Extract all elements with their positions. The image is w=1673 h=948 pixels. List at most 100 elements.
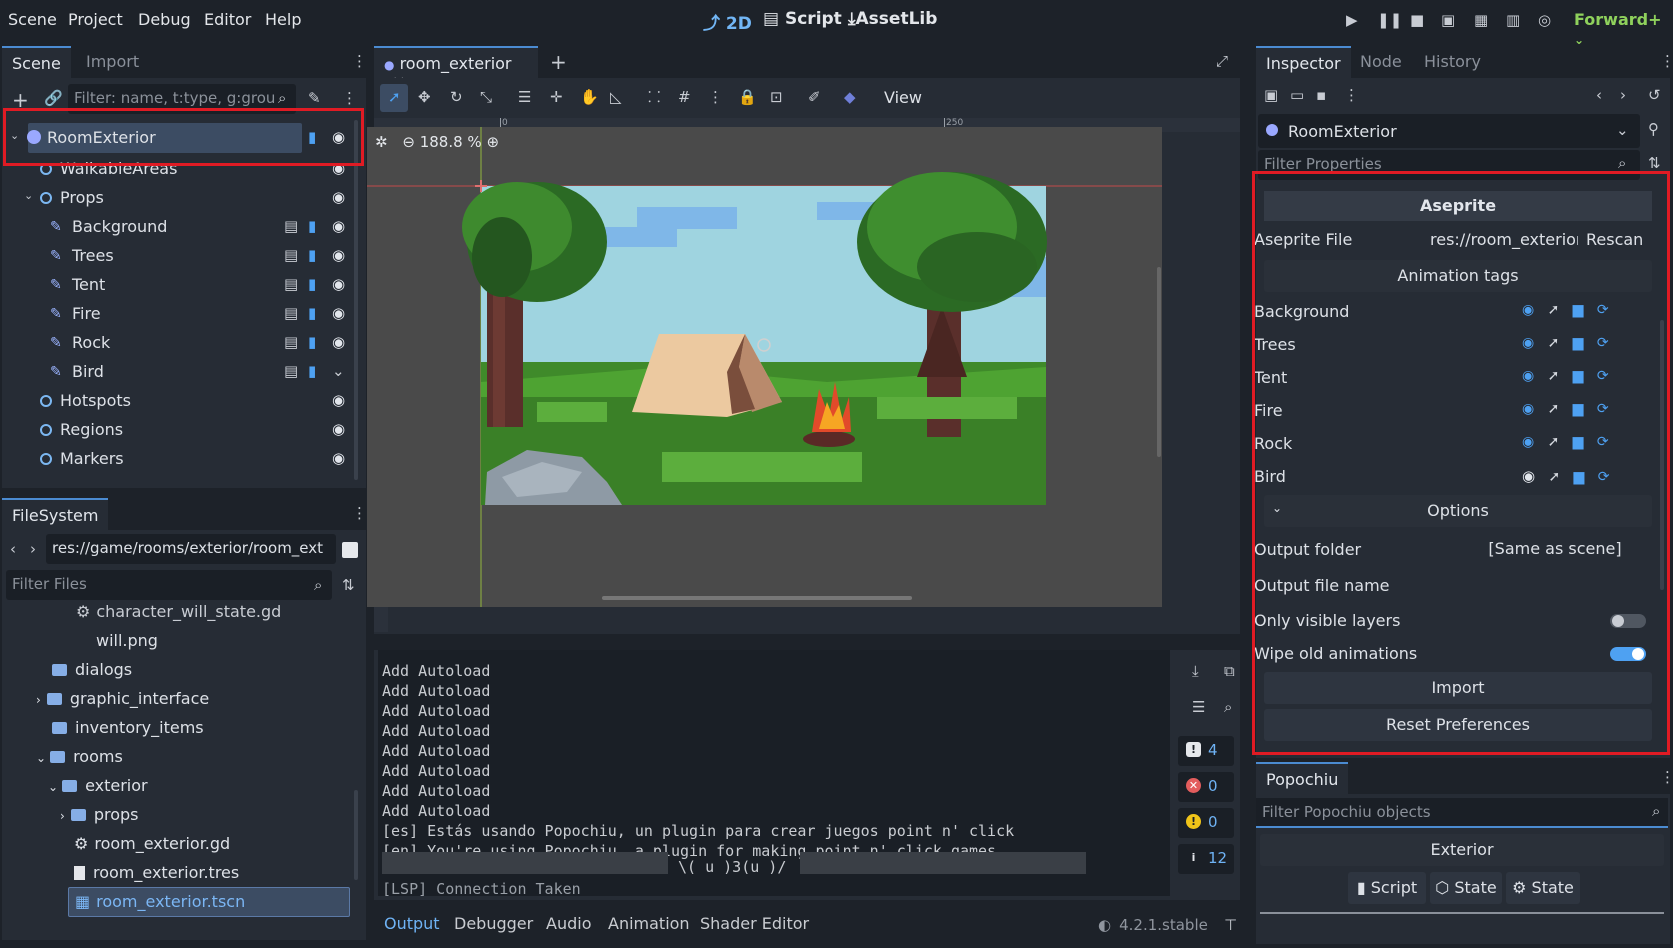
- menu-editor[interactable]: Editor: [204, 10, 251, 29]
- pan-icon[interactable]: ✋: [580, 90, 599, 105]
- dock-menu-icon[interactable]: ⋮: [352, 506, 367, 521]
- play-scene-icon[interactable]: ▦: [1474, 11, 1488, 29]
- chevron-down-icon[interactable]: ⌄: [48, 780, 58, 794]
- tree-node-fire[interactable]: ✎ Fire ▤ ▮ ◉: [2, 300, 362, 328]
- object-selector[interactable]: RoomExterior ⌄: [1258, 114, 1640, 148]
- tree-node-regions[interactable]: Regions ◉: [2, 416, 362, 444]
- lock-icon[interactable]: 🔒: [738, 90, 757, 105]
- visibility-eye-icon[interactable]: ◉: [332, 219, 345, 234]
- chevron-left-icon[interactable]: ‹: [1596, 88, 1602, 103]
- more-icon[interactable]: ⋮: [342, 91, 357, 106]
- state-script-button[interactable]: ⚙ State: [1506, 872, 1580, 904]
- popochiu-filter-input[interactable]: Filter Popochiu objects: [1256, 798, 1668, 828]
- visibility-eye-icon[interactable]: ◉: [332, 306, 345, 321]
- sort-icon[interactable]: ⇅: [342, 578, 355, 593]
- messages-counter[interactable]: ! 4: [1178, 736, 1234, 766]
- tree-node-tent[interactable]: ✎ Tent ▤ ▮ ◉: [2, 271, 362, 299]
- search-icon[interactable]: ⌕: [1224, 700, 1232, 715]
- visibility-eye-icon[interactable]: ◉: [332, 451, 345, 466]
- pivot-icon[interactable]: ✛: [550, 90, 563, 105]
- tab-debugger[interactable]: Debugger: [454, 914, 533, 933]
- view-menu[interactable]: View: [884, 88, 922, 107]
- center-view-icon[interactable]: ✲: [375, 133, 388, 151]
- errors-counter[interactable]: ✕ 0: [1178, 772, 1234, 802]
- renderer-select[interactable]: Forward+ ⌄: [1574, 10, 1673, 48]
- tree-node-props[interactable]: ⌄ Props ◉: [2, 184, 362, 212]
- ruler-icon[interactable]: ◺: [610, 90, 622, 105]
- file-item-selected[interactable]: ▦ room_exterior.tscn: [68, 887, 350, 917]
- grid-snap-icon[interactable]: #: [678, 90, 691, 105]
- movie-maker-icon[interactable]: ◎: [1538, 11, 1551, 29]
- polygon-icon[interactable]: ◆: [844, 90, 856, 105]
- dock-menu-icon[interactable]: ⋮: [1660, 54, 1673, 69]
- state-button[interactable]: ⬡ State: [1430, 872, 1502, 904]
- canvas-viewport[interactable]: ✲ ⊖ 188.8 % ⊕: [367, 127, 1162, 607]
- chevron-right-icon[interactable]: ›: [1620, 88, 1626, 103]
- visibility-eye-icon[interactable]: ◉: [332, 277, 345, 292]
- script-icon[interactable]: ▮: [308, 277, 316, 292]
- folder-item[interactable]: › graphic_interface: [36, 689, 209, 708]
- info-counter[interactable]: i 12: [1178, 844, 1234, 874]
- more-icon[interactable]: ⋮: [1344, 88, 1359, 103]
- new-resource-icon[interactable]: ▣: [1264, 88, 1278, 103]
- chevron-down-icon[interactable]: ⌄: [332, 364, 345, 379]
- fullscreen-icon[interactable]: ⤢: [1216, 54, 1228, 69]
- script-button[interactable]: ▮ Script: [1348, 872, 1426, 904]
- sort-icon[interactable]: ⇅: [1648, 156, 1661, 171]
- tab-filesystem[interactable]: FileSystem: [2, 498, 109, 530]
- workspace-2d-button[interactable]: ⤴ 2D: [703, 9, 752, 34]
- tab-scene[interactable]: Scene: [2, 46, 71, 78]
- menu-debug[interactable]: Debug: [138, 10, 191, 29]
- chevron-right-icon[interactable]: ›: [30, 542, 36, 557]
- visibility-eye-icon[interactable]: ◉: [332, 190, 345, 205]
- dock-menu-icon[interactable]: ⋮: [352, 54, 367, 69]
- clapperboard-icon[interactable]: ▤: [284, 364, 298, 379]
- script-icon[interactable]: ▮: [308, 219, 316, 234]
- folder-item[interactable]: inventory_items: [52, 718, 204, 737]
- script-icon[interactable]: ▮: [308, 248, 316, 263]
- file-item[interactable]: will.png: [96, 631, 158, 650]
- tab-output[interactable]: Output: [384, 914, 440, 933]
- remote-debug-icon[interactable]: ▣: [1441, 11, 1455, 29]
- bone-icon[interactable]: ✐: [808, 90, 821, 105]
- collapse-icon[interactable]: ☰: [1192, 700, 1205, 715]
- folder-item[interactable]: › props: [60, 805, 138, 824]
- dock-menu-icon[interactable]: ⋮: [1660, 770, 1673, 785]
- scrollbar[interactable]: [354, 120, 358, 480]
- tab-animation[interactable]: Animation: [608, 914, 690, 933]
- zoom-out-icon[interactable]: ⊖: [402, 133, 415, 151]
- scrollbar[interactable]: [354, 790, 358, 880]
- visibility-eye-icon[interactable]: ◉: [332, 422, 345, 437]
- tree-node-trees[interactable]: ✎ Trees ▤ ▮ ◉: [2, 242, 362, 270]
- chevron-right-icon[interactable]: ›: [36, 693, 41, 707]
- visibility-eye-icon[interactable]: ◉: [332, 393, 345, 408]
- tab-node[interactable]: Node: [1350, 46, 1412, 78]
- clapperboard-icon[interactable]: ▤: [284, 277, 298, 292]
- menu-help[interactable]: Help: [265, 10, 301, 29]
- tree-node-hotspots[interactable]: Hotspots ◉: [2, 387, 362, 415]
- attach-script-icon[interactable]: ✎: [308, 91, 321, 106]
- pin-panel-icon[interactable]: ⊤: [1224, 918, 1237, 933]
- menu-project[interactable]: Project: [68, 10, 123, 29]
- add-node-icon[interactable]: +: [12, 90, 29, 110]
- more-icon[interactable]: ⋮: [708, 90, 723, 105]
- clapperboard-icon[interactable]: ▤: [284, 219, 298, 234]
- tree-node-background[interactable]: ✎ Background ▤ ▮ ◉: [2, 213, 362, 241]
- tree-node-bird[interactable]: ✎ Bird ▤ ▮ ⌄: [2, 358, 362, 386]
- add-tab-icon[interactable]: +: [550, 52, 567, 72]
- script-icon[interactable]: ▮: [308, 364, 316, 379]
- warnings-counter[interactable]: ! 0: [1178, 808, 1234, 838]
- history-icon[interactable]: ↺: [1648, 88, 1661, 103]
- zoom-in-icon[interactable]: ⊕: [486, 133, 499, 151]
- scale-icon[interactable]: ⤡: [480, 90, 492, 105]
- path-input[interactable]: res://game/rooms/exterior/room_ext: [46, 534, 336, 564]
- tree-node-rock[interactable]: ✎ Rock ▤ ▮ ◉: [2, 329, 362, 357]
- move-icon[interactable]: ✥: [418, 90, 431, 105]
- tab-audio[interactable]: Audio: [546, 914, 591, 933]
- file-item[interactable]: room_exterior.tres: [74, 863, 239, 882]
- workspace-script-button[interactable]: ▤ Script: [763, 9, 842, 29]
- workspace-assetlib-button[interactable]: ⤓AssetLib: [848, 9, 937, 29]
- visibility-eye-icon[interactable]: ◉: [332, 248, 345, 263]
- save-icon[interactable]: ▪: [1316, 88, 1326, 103]
- tab-inspector[interactable]: Inspector: [1256, 46, 1351, 78]
